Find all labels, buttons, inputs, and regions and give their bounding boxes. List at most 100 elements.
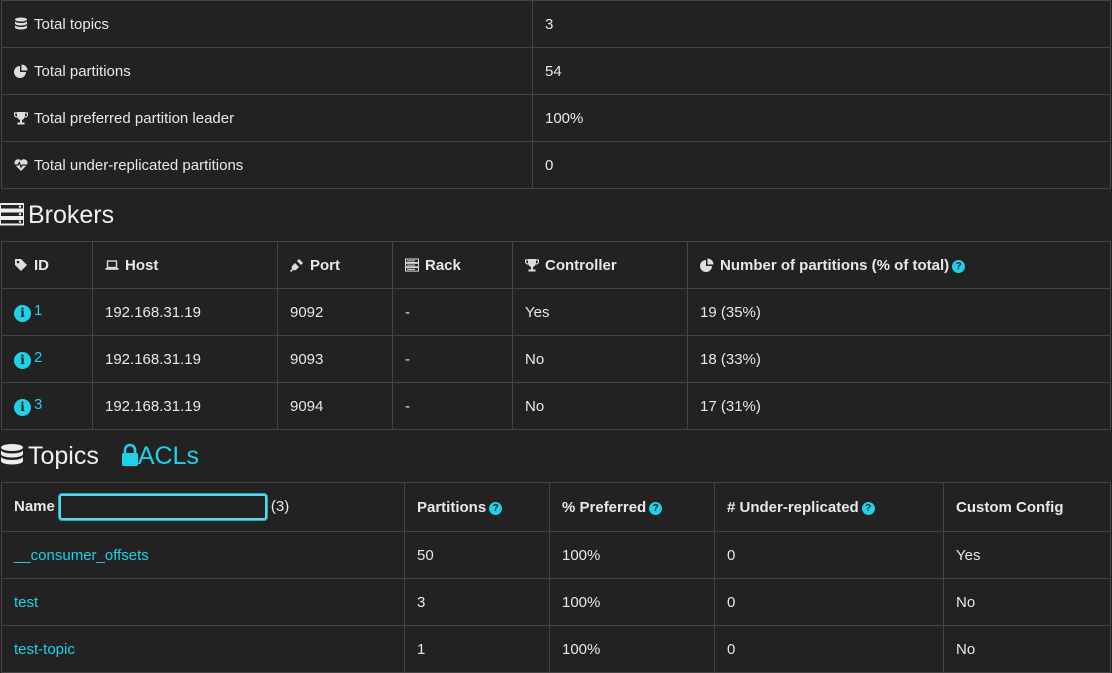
broker-host: 192.168.31.19 [92, 288, 278, 336]
broker-port: 9092 [277, 288, 393, 336]
broker-rack: - [392, 288, 513, 336]
info-icon[interactable]: i [14, 352, 31, 369]
summary-value: 0 [532, 141, 1111, 189]
plug-icon [290, 258, 304, 272]
topic-link[interactable]: test [14, 594, 38, 611]
topic-link[interactable]: test-topic [14, 641, 75, 658]
topic-name-cell[interactable]: test-topic [1, 625, 405, 673]
lock-icon [118, 443, 138, 467]
summary-label-cell: Total topics [1, 0, 533, 48]
column-header-host[interactable]: Host [92, 241, 278, 289]
broker-controller: No [512, 382, 688, 430]
topic-preferred: 100% [549, 578, 715, 626]
topic-row: __consumer_offsets 50 100% 0 Yes [1, 531, 1111, 579]
help-icon[interactable]: ? [489, 501, 503, 515]
pie-chart-icon [14, 64, 28, 78]
broker-id-cell[interactable]: i3 [1, 382, 93, 430]
summary-label: Total topics [34, 15, 110, 33]
topic-preferred: 100% [549, 625, 715, 673]
topic-count: (3) [270, 497, 290, 515]
info-icon[interactable]: i [14, 399, 31, 416]
broker-row: i2 192.168.31.19 9093 - No 18 (33%) [1, 335, 1111, 383]
acls-link[interactable]: ACLs [118, 442, 199, 470]
column-header-under-replicated[interactable]: # Under-replicated? [714, 482, 944, 532]
topic-name-cell[interactable]: test [1, 578, 405, 626]
column-header-label: Partitions [417, 498, 487, 516]
column-header-partitions[interactable]: Partitions? [404, 482, 550, 532]
column-header-preferred[interactable]: % Preferred? [549, 482, 715, 532]
summary-row: Total topics 3 [1, 0, 1111, 48]
column-header-id[interactable]: ID [1, 241, 93, 289]
broker-link[interactable]: 2 [34, 349, 42, 366]
heartbeat-icon [14, 158, 28, 172]
column-header-label: Controller [545, 256, 617, 274]
broker-link[interactable]: 1 [34, 302, 42, 319]
column-header-label: % Preferred [562, 498, 647, 516]
topic-custom-config: No [943, 578, 1111, 626]
column-header-custom-config[interactable]: Custom Config [943, 482, 1111, 532]
broker-row: i1 192.168.31.19 9092 - Yes 19 (35%) [1, 288, 1111, 336]
brokers-heading: Brokers [0, 189, 1112, 241]
summary-row: Total partitions 54 [1, 47, 1111, 95]
topics-table: Name (3) Partitions? % Preferred? # Under… [1, 482, 1111, 673]
help-icon[interactable]: ? [649, 501, 663, 515]
topic-partitions: 3 [404, 578, 550, 626]
broker-port: 9094 [277, 382, 393, 430]
topic-preferred: 100% [549, 531, 715, 579]
topic-name-cell[interactable]: __consumer_offsets [1, 531, 405, 579]
broker-partitions: 18 (33%) [687, 335, 1111, 383]
column-header-label: Number of partitions (% of total) [720, 256, 950, 274]
broker-controller: No [512, 335, 688, 383]
topic-link[interactable]: __consumer_offsets [14, 547, 149, 564]
topic-filter-input[interactable] [58, 494, 267, 520]
column-header-label: Custom Config [956, 498, 1064, 516]
topic-row: test 3 100% 0 No [1, 578, 1111, 626]
topics-title: Topics [28, 442, 99, 470]
summary-value: 54 [532, 47, 1111, 95]
broker-rack: - [392, 382, 513, 430]
brokers-header-row: ID Host Port Rack Controller Number of p… [1, 241, 1111, 289]
summary-value: 100% [532, 94, 1111, 142]
topic-under-replicated: 0 [714, 531, 944, 579]
broker-link[interactable]: 3 [34, 396, 42, 413]
brokers-title: Brokers [28, 201, 115, 229]
summary-label-cell: Total partitions [1, 47, 533, 95]
trophy-icon [14, 111, 28, 125]
column-header-label: Port [310, 256, 340, 274]
broker-partitions: 17 (31%) [687, 382, 1111, 430]
summary-label: Total partitions [34, 62, 131, 80]
broker-partitions: 19 (35%) [687, 288, 1111, 336]
column-header-label: ID [34, 256, 49, 274]
column-header-port[interactable]: Port [277, 241, 393, 289]
summary-row: Total preferred partition leader 100% [1, 94, 1111, 142]
broker-row: i3 192.168.31.19 9094 - No 17 (31%) [1, 382, 1111, 430]
broker-host: 192.168.31.19 [92, 335, 278, 383]
summary-label: Total under-replicated partitions [34, 156, 244, 174]
broker-controller: Yes [512, 288, 688, 336]
column-header-controller[interactable]: Controller [512, 241, 688, 289]
database-icon [14, 17, 28, 31]
info-icon[interactable]: i [14, 305, 31, 322]
summary-label-cell: Total preferred partition leader [1, 94, 533, 142]
column-header-partitions[interactable]: Number of partitions (% of total)? [687, 241, 1111, 289]
tag-icon [14, 258, 28, 272]
topic-partitions: 50 [404, 531, 550, 579]
acls-label: ACLs [137, 442, 199, 470]
server-icon [0, 202, 24, 226]
broker-id-cell[interactable]: i1 [1, 288, 93, 336]
column-header-rack[interactable]: Rack [392, 241, 513, 289]
topic-partitions: 1 [404, 625, 550, 673]
broker-id-cell[interactable]: i2 [1, 335, 93, 383]
laptop-icon [105, 258, 119, 272]
rack-icon [405, 258, 419, 272]
topic-under-replicated: 0 [714, 578, 944, 626]
trophy-icon [525, 258, 539, 272]
topic-custom-config: No [943, 625, 1111, 673]
summary-value: 3 [532, 0, 1111, 48]
pie-chart-icon [700, 258, 714, 272]
help-icon[interactable]: ? [861, 501, 875, 515]
help-icon[interactable]: ? [952, 259, 966, 273]
topic-custom-config: Yes [943, 531, 1111, 579]
summary-label-cell: Total under-replicated partitions [1, 141, 533, 189]
summary-row: Total under-replicated partitions 0 [1, 141, 1111, 189]
